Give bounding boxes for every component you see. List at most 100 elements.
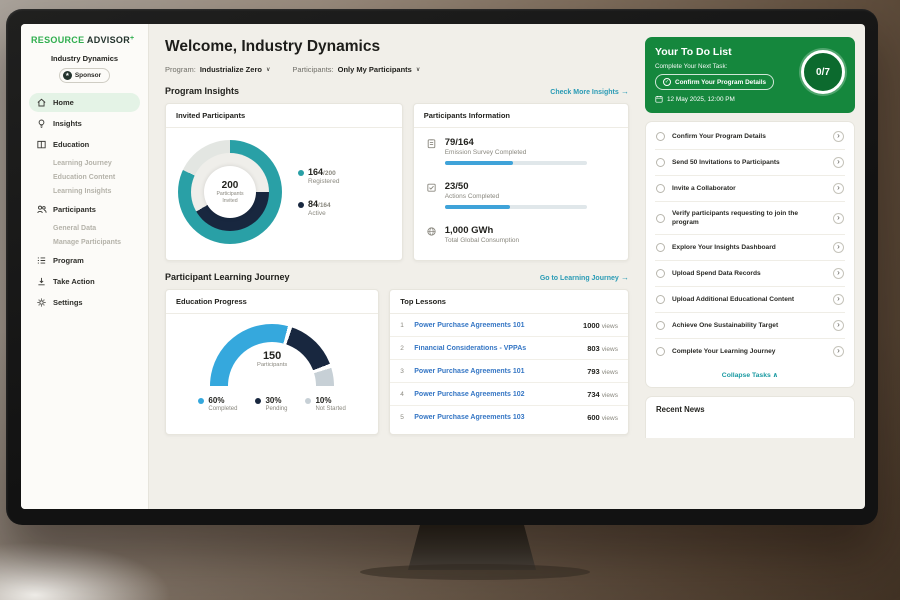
task-checkbox[interactable] <box>656 347 665 356</box>
go-to-learning-journey-link[interactable]: Go to Learning Journey <box>540 273 629 282</box>
lesson-views-value: 793 <box>587 367 600 376</box>
chevron-right-icon[interactable] <box>833 268 844 279</box>
chevron-right-icon[interactable] <box>833 346 844 357</box>
task-row[interactable]: Explore Your Insights Dashboard <box>655 235 845 261</box>
next-task-label: Confirm Your Program Details <box>675 79 766 86</box>
sidebar-item-participants[interactable]: Participants <box>29 200 140 219</box>
sidebar-item-education-content[interactable]: Education Content <box>29 170 140 184</box>
recent-news-title: Recent News <box>656 405 844 414</box>
invited-donut-chart: 200 Participants Invited <box>178 140 282 244</box>
task-checkbox[interactable] <box>656 321 665 330</box>
legend-dot-navy <box>298 202 304 208</box>
sidebar-subitem-label: General Data <box>53 225 96 232</box>
program-select[interactable]: Program: Industrialize Zero <box>165 65 270 74</box>
check-more-insights-link[interactable]: Check More Insights <box>550 87 629 96</box>
lesson-row[interactable]: 4 Power Purchase Agreements 102 734views <box>390 383 628 406</box>
lesson-rank: 1 <box>400 322 407 329</box>
lesson-link[interactable]: Power Purchase Agreements 102 <box>414 391 580 398</box>
chevron-right-icon[interactable] <box>833 242 844 253</box>
logo-plus-icon: + <box>130 35 134 42</box>
lesson-views: 793views <box>587 367 618 376</box>
stat-row-consumption: 1,000 GWh Total Global Consumption <box>414 216 628 251</box>
lesson-views-value: 803 <box>587 344 600 353</box>
sidebar-item-education[interactable]: Education <box>29 135 140 154</box>
chevron-right-icon[interactable] <box>833 320 844 331</box>
lesson-views-suffix: views <box>602 323 618 330</box>
chevron-right-icon[interactable] <box>833 157 844 168</box>
legend-completed: 60% Completed <box>198 396 237 412</box>
todo-progress-value: 0/7 <box>816 67 830 78</box>
sidebar-item-home[interactable]: Home <box>29 93 140 112</box>
lesson-row[interactable]: 1 Power Purchase Agreements 101 1000view… <box>390 314 628 337</box>
list-icon <box>36 255 47 266</box>
legend-value: 10% <box>315 396 331 405</box>
task-label: Verify participants requesting to join t… <box>672 209 826 227</box>
task-row[interactable]: Confirm Your Program Details <box>655 124 845 150</box>
task-row[interactable]: Invite a Collaborator <box>655 176 845 202</box>
sidebar-item-manage-participants[interactable]: Manage Participants <box>29 235 140 249</box>
task-row[interactable]: Upload Spend Data Records <box>655 261 845 287</box>
sidebar-item-general-data[interactable]: General Data <box>29 221 140 235</box>
lesson-row[interactable]: 3 Power Purchase Agreements 101 793views <box>390 360 628 383</box>
lesson-link[interactable]: Power Purchase Agreements 101 <box>414 322 576 329</box>
download-icon <box>36 276 47 287</box>
sidebar-subitem-label: Learning Journey <box>53 160 112 167</box>
next-task-pill[interactable]: Confirm Your Program Details <box>655 74 774 90</box>
recent-news-card: Recent News <box>645 396 855 438</box>
sidebar-item-label: Insights <box>53 119 82 128</box>
medal-icon <box>63 71 72 80</box>
task-row[interactable]: Achieve One Sustainability Target <box>655 313 845 339</box>
app-logo: RESOURCE ADVISOR+ <box>29 35 140 45</box>
todo-panel: Your To Do List Complete Your Next Task:… <box>641 24 865 509</box>
todo-progress-ring: 0/7 <box>801 50 845 94</box>
task-checkbox[interactable] <box>656 158 665 167</box>
task-row[interactable]: Send 50 Invitations to Participants <box>655 150 845 176</box>
progress-bar <box>445 205 587 209</box>
chevron-right-icon[interactable] <box>833 294 844 305</box>
lesson-row[interactable]: 2 Financial Considerations - VPPAs 803vi… <box>390 337 628 360</box>
task-checkbox[interactable] <box>656 184 665 193</box>
bulb-icon <box>36 118 47 129</box>
legend-total: /200 <box>323 170 336 177</box>
participants-select-value: Only My Participants <box>338 65 412 74</box>
sidebar-item-settings[interactable]: Settings <box>29 293 140 312</box>
task-checkbox[interactable] <box>656 132 665 141</box>
sidebar-item-take-action[interactable]: Take Action <box>29 272 140 291</box>
invited-legend: 164/200 Registered 84/164 Active <box>298 167 339 217</box>
legend-pending: 30% Pending <box>255 396 287 412</box>
sidebar-item-program[interactable]: Program <box>29 251 140 270</box>
lesson-link[interactable]: Financial Considerations - VPPAs <box>414 345 580 352</box>
sidebar-item-learning-journey[interactable]: Learning Journey <box>29 156 140 170</box>
task-checkbox[interactable] <box>656 243 665 252</box>
legend-value: 164 <box>308 167 323 177</box>
task-label: Upload Additional Educational Content <box>672 295 826 304</box>
task-checkbox[interactable] <box>656 214 665 223</box>
stat-label: Actions Completed <box>445 193 587 200</box>
task-row[interactable]: Complete Your Learning Journey <box>655 339 845 364</box>
lesson-rank: 3 <box>400 368 407 375</box>
lesson-link[interactable]: Power Purchase Agreements 103 <box>414 414 580 421</box>
lesson-row[interactable]: 5 Power Purchase Agreements 103 600views <box>390 406 628 428</box>
lesson-rank: 5 <box>400 414 407 421</box>
task-row[interactable]: Upload Additional Educational Content <box>655 287 845 313</box>
participants-select[interactable]: Participants: Only My Participants <box>292 65 420 74</box>
legend-dot-gray <box>305 398 311 404</box>
sidebar-subitem-label: Learning Insights <box>53 188 111 195</box>
sidebar-item-learning-insights[interactable]: Learning Insights <box>29 184 140 198</box>
lesson-link[interactable]: Power Purchase Agreements 101 <box>414 368 580 375</box>
legend-value: 60% <box>208 396 224 405</box>
chevron-right-icon[interactable] <box>833 213 844 224</box>
task-checkbox[interactable] <box>656 269 665 278</box>
legend-label: Completed <box>198 406 237 412</box>
sidebar-item-insights[interactable]: Insights <box>29 114 140 133</box>
chevron-right-icon[interactable] <box>833 183 844 194</box>
sponsor-badge[interactable]: Sponsor <box>59 68 110 83</box>
collapse-tasks-link[interactable]: Collapse Tasks <box>655 364 845 385</box>
education-progress-card: Education Progress 150 Participants <box>165 289 379 435</box>
chevron-right-icon[interactable] <box>833 131 844 142</box>
task-checkbox[interactable] <box>656 295 665 304</box>
legend-dot-teal <box>298 170 304 176</box>
lesson-views: 600views <box>587 413 618 422</box>
task-row[interactable]: Verify participants requesting to join t… <box>655 202 845 235</box>
task-label: Send 50 Invitations to Participants <box>672 158 826 167</box>
